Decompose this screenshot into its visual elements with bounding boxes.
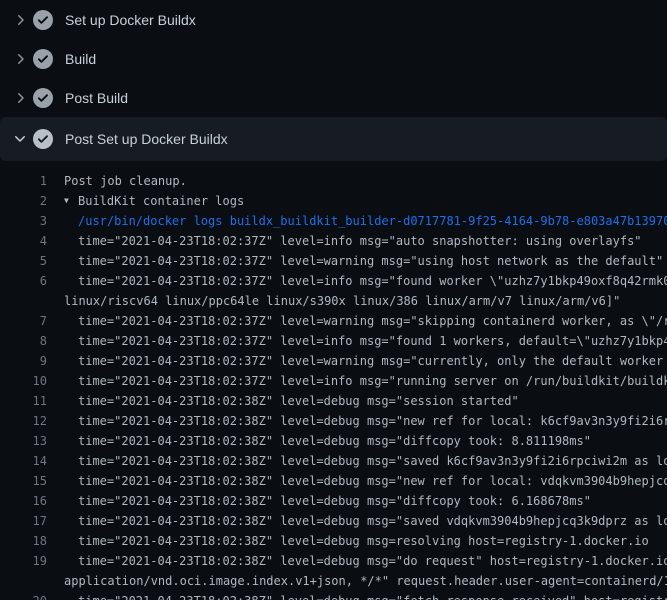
line-text: time="2021-04-23T18:02:37Z" level=info m…: [78, 271, 667, 291]
line-number[interactable]: 19: [0, 551, 47, 571]
line-text: time="2021-04-23T18:02:37Z" level=warnin…: [78, 311, 667, 331]
step-title: Post Build: [65, 90, 128, 106]
check-circle-icon: [33, 88, 53, 108]
step-title: Set up Docker Buildx: [65, 12, 196, 28]
chevron-right-icon: [12, 51, 28, 67]
step-row[interactable]: Post Build: [0, 78, 667, 117]
step-row[interactable]: Set up Docker Buildx: [0, 0, 667, 39]
step-title: Post Set up Docker Buildx: [65, 131, 228, 147]
line-number[interactable]: 16: [0, 491, 47, 511]
line-number[interactable]: 2: [0, 191, 47, 211]
log-line: 2 ▼ BuildKit container logs: [0, 191, 667, 211]
line-number[interactable]: 13: [0, 431, 47, 451]
check-circle-icon: [33, 49, 53, 69]
line-number[interactable]: [0, 571, 47, 591]
line-text: /usr/bin/docker logs buildx_buildkit_bui…: [78, 211, 667, 231]
line-number[interactable]: 8: [0, 331, 47, 351]
log-panel: 1 Post job cleanup. 2 ▼ BuildKit contain…: [0, 161, 667, 600]
line-text: time="2021-04-23T18:02:37Z" level=info m…: [78, 331, 667, 351]
line-number[interactable]: 6: [0, 271, 47, 291]
line-number[interactable]: 11: [0, 391, 47, 411]
line-text: time="2021-04-23T18:02:38Z" level=debug …: [78, 531, 649, 551]
check-circle-icon: [33, 129, 53, 149]
line-text: time="2021-04-23T18:02:37Z" level=info m…: [78, 371, 667, 391]
line-number[interactable]: 17: [0, 511, 47, 531]
line-text: time="2021-04-23T18:02:38Z" level=debug …: [78, 451, 667, 471]
line-number[interactable]: [0, 291, 47, 311]
log-line: 20 time="2021-04-23T18:02:38Z" level=deb…: [0, 591, 667, 600]
log-line: linux/riscv64 linux/ppc64le linux/s390x …: [0, 291, 667, 311]
log-line: 1 Post job cleanup.: [0, 171, 667, 191]
line-text: Post job cleanup.: [64, 171, 187, 191]
log-line: 8 time="2021-04-23T18:02:37Z" level=info…: [0, 331, 667, 351]
line-text: linux/riscv64 linux/ppc64le linux/s390x …: [64, 291, 620, 311]
log-line: 16 time="2021-04-23T18:02:38Z" level=deb…: [0, 491, 667, 511]
log-line: 11 time="2021-04-23T18:02:38Z" level=deb…: [0, 391, 667, 411]
line-number[interactable]: 7: [0, 311, 47, 331]
log-line: 14 time="2021-04-23T18:02:38Z" level=deb…: [0, 451, 667, 471]
line-text: time="2021-04-23T18:02:38Z" level=debug …: [78, 511, 667, 531]
log-line: 5 time="2021-04-23T18:02:37Z" level=warn…: [0, 251, 667, 271]
log-line: 13 time="2021-04-23T18:02:38Z" level=deb…: [0, 431, 667, 451]
line-number[interactable]: 9: [0, 351, 47, 371]
log-line: 3 /usr/bin/docker logs buildx_buildkit_b…: [0, 211, 667, 231]
line-text: time="2021-04-23T18:02:37Z" level=warnin…: [78, 351, 667, 371]
chevron-right-icon: [12, 12, 28, 28]
line-number[interactable]: 14: [0, 451, 47, 471]
line-text: time="2021-04-23T18:02:38Z" level=debug …: [78, 491, 591, 511]
log-line: 19 time="2021-04-23T18:02:38Z" level=deb…: [0, 551, 667, 571]
check-circle-icon: [33, 10, 53, 30]
step-row[interactable]: Post Set up Docker Buildx: [0, 117, 667, 161]
line-number[interactable]: 5: [0, 251, 47, 271]
line-number[interactable]: 12: [0, 411, 47, 431]
line-number[interactable]: 20: [0, 591, 47, 600]
line-text: BuildKit container logs: [78, 191, 244, 211]
collapse-triangle-icon[interactable]: ▼: [64, 191, 78, 211]
chevron-right-icon: [12, 90, 28, 106]
log-line: 6 time="2021-04-23T18:02:37Z" level=info…: [0, 271, 667, 291]
log-line: 12 time="2021-04-23T18:02:38Z" level=deb…: [0, 411, 667, 431]
line-text: time="2021-04-23T18:02:38Z" level=debug …: [78, 411, 667, 431]
log-line: application/vnd.oci.image.index.v1+json,…: [0, 571, 667, 591]
log-line: 10 time="2021-04-23T18:02:37Z" level=inf…: [0, 371, 667, 391]
line-text: time="2021-04-23T18:02:38Z" level=debug …: [78, 591, 667, 600]
line-number[interactable]: 1: [0, 171, 47, 191]
log-line: 18 time="2021-04-23T18:02:38Z" level=deb…: [0, 531, 667, 551]
line-text: time="2021-04-23T18:02:38Z" level=debug …: [78, 431, 591, 451]
chevron-down-icon: [12, 131, 28, 147]
line-text: time="2021-04-23T18:02:38Z" level=debug …: [78, 551, 667, 571]
step-row[interactable]: Build: [0, 39, 667, 78]
line-number[interactable]: 10: [0, 371, 47, 391]
line-text: time="2021-04-23T18:02:37Z" level=warnin…: [78, 251, 663, 271]
log-line: 17 time="2021-04-23T18:02:38Z" level=deb…: [0, 511, 667, 531]
line-number[interactable]: 15: [0, 471, 47, 491]
line-text: time="2021-04-23T18:02:38Z" level=debug …: [78, 391, 519, 411]
line-number[interactable]: 3: [0, 211, 47, 231]
step-title: Build: [65, 51, 96, 67]
line-number[interactable]: 4: [0, 231, 47, 251]
actions-log-viewer: Set up Docker Buildx Build Post Build Po…: [0, 0, 667, 600]
steps-list: Set up Docker Buildx Build Post Build Po…: [0, 0, 667, 161]
line-text: time="2021-04-23T18:02:38Z" level=debug …: [78, 471, 667, 491]
log-line: 7 time="2021-04-23T18:02:37Z" level=warn…: [0, 311, 667, 331]
log-line: 4 time="2021-04-23T18:02:37Z" level=info…: [0, 231, 667, 251]
log-line: 9 time="2021-04-23T18:02:37Z" level=warn…: [0, 351, 667, 371]
line-text: application/vnd.oci.image.index.v1+json,…: [64, 571, 667, 591]
line-number[interactable]: 18: [0, 531, 47, 551]
line-text: time="2021-04-23T18:02:37Z" level=info m…: [78, 231, 642, 251]
log-line: 15 time="2021-04-23T18:02:38Z" level=deb…: [0, 471, 667, 491]
